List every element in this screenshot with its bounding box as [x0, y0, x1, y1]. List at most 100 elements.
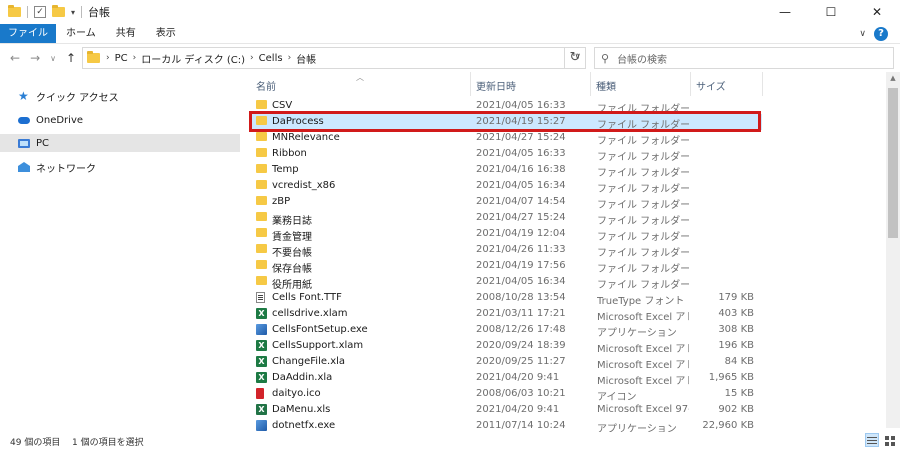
file-row[interactable]: X CellsSupport.xlam 2020/09/24 18:39 Micros…	[250, 338, 762, 355]
excel-addin-icon: X	[256, 356, 267, 367]
file-name: MNRelevance	[272, 132, 340, 143]
file-row[interactable]: 賃金管理 2021/04/19 12:04 ファイル フォルダー	[250, 226, 762, 243]
application-icon	[256, 324, 267, 335]
tab-view[interactable]: 表示	[146, 24, 186, 43]
file-row[interactable]: 保存台帳 2021/04/19 17:56 ファイル フォルダー	[250, 258, 762, 275]
file-date: 2020/09/25 11:27	[476, 356, 566, 367]
tab-file[interactable]: ファイル	[0, 24, 56, 43]
customize-toolbar-icon[interactable]: ▾	[71, 8, 75, 17]
file-size: 403 KB	[718, 308, 754, 319]
folder-icon	[256, 212, 267, 221]
file-row[interactable]: DaProcess 2021/04/19 15:27 ファイル フォルダー	[250, 114, 762, 131]
nav-item-label: OneDrive	[36, 114, 84, 126]
image-icon	[256, 388, 264, 399]
file-size: 84 KB	[724, 356, 754, 367]
file-row[interactable]: Cells Font.TTF 2008/10/28 13:54 TrueType フ…	[250, 290, 762, 307]
up-icon[interactable]: ↑	[66, 51, 76, 65]
file-row[interactable]: daityo.ico 2008/06/03 10:21 アイコン 15 KB	[250, 386, 762, 403]
column-divider[interactable]	[590, 72, 591, 96]
file-name: CellsFontSetup.exe	[272, 324, 368, 335]
file-row[interactable]: X ChangeFile.xla 2020/09/25 11:27 Microsoft…	[250, 354, 762, 371]
help-icon[interactable]: ?	[874, 26, 888, 41]
file-row[interactable]: MNRelevance 2021/04/27 15:24 ファイル フォルダー	[250, 130, 762, 147]
file-type: Microsoft Excel アドイン	[597, 360, 689, 371]
file-row[interactable]: Ribbon 2021/04/05 16:33 ファイル フォルダー	[250, 146, 762, 163]
file-date: 2021/04/07 14:54	[476, 196, 566, 207]
file-size: 196 KB	[718, 340, 754, 351]
title-bar: ✓ ▾ 台帳 — ☐ ✕	[0, 0, 900, 24]
refresh-icon[interactable]: ↻	[564, 47, 586, 69]
breadcrumb-daityo[interactable]: 台帳	[296, 51, 316, 66]
file-name: 賃金管理	[272, 232, 312, 243]
file-name: dotnetfx.exe	[272, 420, 336, 431]
column-header-date[interactable]: 更新日時	[476, 78, 516, 93]
nav-item-onedrive[interactable]: OneDrive	[0, 111, 240, 129]
properties-icon[interactable]: ✓	[34, 6, 46, 18]
folder-icon	[256, 132, 267, 141]
details-view-icon[interactable]	[865, 433, 879, 447]
file-row[interactable]: X DaMenu.xls 2021/04/20 9:41 Microsoft Exce…	[250, 402, 762, 418]
chevron-right-icon[interactable]: ›	[250, 53, 254, 63]
scroll-up-icon[interactable]: ▲	[886, 74, 900, 82]
column-divider[interactable]	[690, 72, 691, 96]
breadcrumb-local-disk[interactable]: ローカル ディスク (C:)	[141, 51, 245, 66]
file-name: zBP	[272, 196, 291, 207]
nav-item-pc[interactable]: PC	[0, 134, 240, 152]
file-row[interactable]: CSV 2021/04/05 16:33 ファイル フォルダー	[250, 98, 762, 115]
file-row[interactable]: dotnetfx.exe 2011/07/14 10:24 アプリケーション 22,9…	[250, 418, 762, 432]
column-header-size[interactable]: サイズ	[696, 78, 726, 93]
file-row[interactable]: vcredist_x86 2021/04/05 16:34 ファイル フォルダー	[250, 178, 762, 195]
file-type: ファイル フォルダー	[597, 104, 689, 115]
close-icon[interactable]: ✕	[854, 0, 900, 24]
chevron-right-icon[interactable]: ›	[106, 53, 110, 63]
vertical-scrollbar[interactable]: ▲	[886, 72, 900, 428]
folder-icon	[256, 228, 267, 237]
expand-ribbon-icon[interactable]: ∨	[859, 29, 866, 39]
file-name: vcredist_x86	[272, 180, 336, 191]
tab-share[interactable]: 共有	[106, 24, 146, 43]
file-date: 2021/04/26 11:33	[476, 244, 566, 255]
file-type: ファイル フォルダー	[597, 248, 689, 259]
minimize-icon[interactable]: —	[762, 0, 808, 24]
new-folder-icon[interactable]	[52, 5, 65, 17]
excel-addin-icon: X	[256, 340, 267, 351]
file-date: 2011/07/14 10:24	[476, 420, 566, 431]
file-date: 2008/06/03 10:21	[476, 388, 566, 399]
ribbon-tabs: ファイル ホーム 共有 表示 ∨ ?	[0, 24, 900, 44]
recent-locations-icon[interactable]: ∨	[50, 54, 56, 63]
scrollbar-thumb[interactable]	[888, 88, 898, 238]
breadcrumb-cells[interactable]: Cells	[259, 53, 283, 64]
maximize-icon[interactable]: ☐	[808, 0, 854, 24]
address-bar[interactable]: › PC › ローカル ディスク (C:) › Cells › 台帳 ∨	[82, 47, 586, 69]
file-row[interactable]: 不要台帳 2021/04/26 11:33 ファイル フォルダー	[250, 242, 762, 259]
column-header-type[interactable]: 種類	[596, 78, 616, 93]
file-date: 2021/04/16 16:38	[476, 164, 566, 175]
search-box[interactable]: ⚲ 台帳の検索	[594, 47, 894, 69]
file-row[interactable]: Temp 2021/04/16 16:38 ファイル フォルダー	[250, 162, 762, 179]
nav-item-quick-access[interactable]: ★ クイック アクセス	[0, 87, 240, 105]
file-type: ファイル フォルダー	[597, 216, 689, 227]
file-row[interactable]: zBP 2021/04/07 14:54 ファイル フォルダー	[250, 194, 762, 211]
folder-icon	[8, 5, 21, 17]
file-row[interactable]: 役所用紙 2021/04/05 16:34 ファイル フォルダー	[250, 274, 762, 291]
forward-icon[interactable]: →	[30, 51, 40, 65]
column-divider[interactable]	[762, 72, 763, 96]
item-count: 49 個の項目	[10, 438, 61, 448]
column-divider[interactable]	[470, 72, 471, 96]
sort-ascending-icon: ︿	[356, 73, 364, 82]
file-row[interactable]: X DaAddin.xla 2021/04/20 9:41 Microsoft Exc…	[250, 370, 762, 387]
cloud-icon	[18, 116, 30, 124]
column-header-name[interactable]: 名前	[256, 78, 276, 93]
file-row[interactable]: Xcellsdrive.xlam 2021/03/11 17:21 Microsof…	[250, 306, 762, 323]
nav-item-network[interactable]: ネットワーク	[0, 158, 240, 176]
large-icons-view-icon[interactable]	[882, 433, 896, 447]
breadcrumb-pc[interactable]: PC	[115, 53, 128, 64]
file-row[interactable]: 業務日誌 2021/04/27 15:24 ファイル フォルダー	[250, 210, 762, 227]
chevron-right-icon[interactable]: ›	[288, 53, 292, 63]
quick-access-toolbar: ✓ ▾	[0, 5, 83, 18]
back-icon[interactable]: ←	[10, 51, 20, 65]
file-row[interactable]: CellsFontSetup.exe 2008/12/26 17:48 アプリケーシ…	[250, 322, 762, 339]
tab-home[interactable]: ホーム	[56, 24, 106, 43]
chevron-right-icon[interactable]: ›	[133, 53, 137, 63]
address-row: ← → ∨ ↑ › PC › ローカル ディスク (C:) › Cells › …	[0, 44, 900, 72]
